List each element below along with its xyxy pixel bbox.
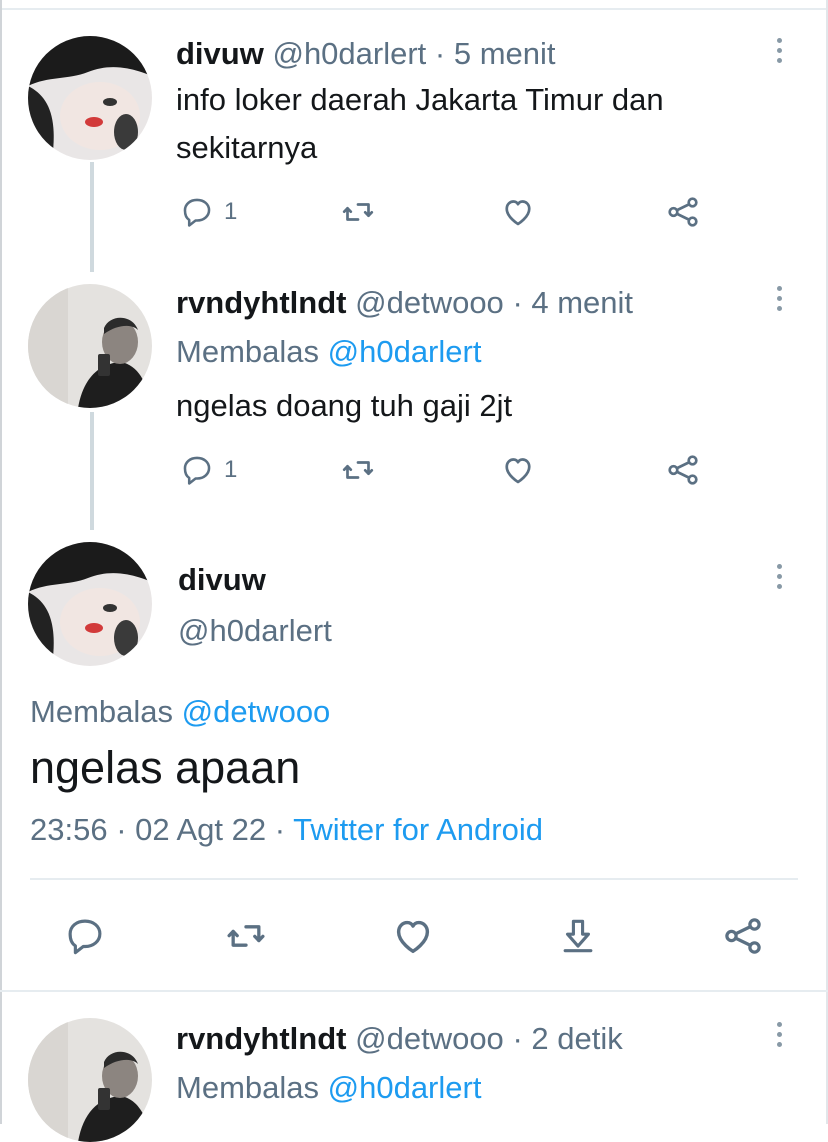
like-button[interactable] <box>390 912 436 960</box>
reply-button[interactable]: 1 <box>180 450 237 490</box>
timestamp[interactable]: · 4 menit <box>512 285 633 320</box>
handle[interactable]: @h0darlert <box>178 613 332 649</box>
share-button[interactable] <box>664 192 702 232</box>
reply-icon <box>183 198 211 227</box>
retweet-button[interactable] <box>224 912 268 960</box>
avatar[interactable] <box>28 542 152 666</box>
tweet-text: info loker daerah Jakarta Timur dan seki… <box>176 76 664 172</box>
retweet-button[interactable] <box>340 450 376 490</box>
tweet-text-line: sekitarnya <box>176 130 318 165</box>
thread-line <box>90 162 94 272</box>
replying-handle-link[interactable]: @h0darlert <box>328 1070 482 1105</box>
like-icon <box>505 458 531 484</box>
like-button[interactable] <box>500 450 536 490</box>
divider <box>0 990 828 992</box>
timestamp[interactable]: 23:56 · 02 Agt 22 · <box>30 812 285 847</box>
tweet-header: rvndyhtlndt @detwooo · 4 menit <box>176 285 633 321</box>
action-bar <box>0 912 828 960</box>
replying-handle-link[interactable]: @detwooo <box>182 694 331 729</box>
display-name[interactable]: divuw <box>176 36 264 71</box>
reply-count: 1 <box>224 198 238 225</box>
like-icon <box>505 200 531 226</box>
replying-to: Membalas @h0darlert <box>176 334 481 370</box>
reply-icon <box>183 456 211 485</box>
share-button[interactable] <box>664 450 702 490</box>
more-icon[interactable] <box>777 564 783 594</box>
reply-icon <box>68 919 102 955</box>
tweet-header: rvndyhtlndt @detwooo · 2 detik <box>176 1021 623 1057</box>
replying-to: Membalas @h0darlert <box>176 1070 481 1106</box>
more-icon[interactable] <box>777 1022 783 1052</box>
handle[interactable]: @detwooo <box>355 1021 504 1056</box>
tweet-meta: 23:56 · 02 Agt 22 · Twitter for Android <box>30 812 543 848</box>
divider <box>30 878 798 880</box>
share-button[interactable] <box>720 912 766 960</box>
action-bar: 1 <box>176 192 716 232</box>
handle[interactable]: @h0darlert <box>272 36 426 71</box>
avatar[interactable] <box>28 1018 152 1142</box>
replying-label: Membalas <box>30 694 173 729</box>
action-bar: 1 <box>176 450 716 490</box>
tweet-header: divuw @h0darlert · 5 menit <box>176 36 556 72</box>
display-name[interactable]: rvndyhtlndt <box>176 285 347 320</box>
share-icon <box>668 197 698 227</box>
replying-handle-link[interactable]: @h0darlert <box>328 334 482 369</box>
retweet-button[interactable] <box>340 192 376 232</box>
tweet-text: ngelas doang tuh gaji 2jt <box>176 388 513 423</box>
replying-label: Membalas <box>176 334 319 369</box>
download-button[interactable] <box>556 912 600 960</box>
reply-button[interactable]: 1 <box>180 192 237 232</box>
avatar[interactable] <box>28 36 152 160</box>
share-icon <box>668 455 698 485</box>
retweet-icon <box>342 461 374 479</box>
like-button[interactable] <box>500 192 536 232</box>
timestamp[interactable]: · 5 menit <box>435 36 556 71</box>
top-divider <box>0 8 828 10</box>
share-icon <box>725 918 761 954</box>
display-name[interactable]: divuw <box>178 562 266 598</box>
replying-label: Membalas <box>176 1070 319 1105</box>
replying-to: Membalas @detwooo <box>30 694 330 730</box>
tweet-text: ngelas apaan <box>30 742 301 793</box>
handle[interactable]: @detwooo <box>355 285 504 320</box>
tweet-text-line: info loker daerah Jakarta Timur dan <box>176 82 664 117</box>
more-icon[interactable] <box>777 286 783 316</box>
display-name[interactable]: rvndyhtlndt <box>176 1021 347 1056</box>
more-icon[interactable] <box>777 38 783 68</box>
reply-count: 1 <box>224 456 238 483</box>
like-icon <box>396 920 430 954</box>
reply-button[interactable] <box>64 912 106 960</box>
thread-line <box>90 412 94 530</box>
timestamp[interactable]: · 2 detik <box>512 1021 622 1056</box>
retweet-icon <box>342 203 374 221</box>
tweet-thread: divuw @h0darlert · 5 menit info loker da… <box>0 0 828 1142</box>
retweet-icon <box>227 925 265 947</box>
avatar[interactable] <box>28 284 152 408</box>
source-link[interactable]: Twitter for Android <box>293 812 543 847</box>
download-icon <box>563 919 593 953</box>
